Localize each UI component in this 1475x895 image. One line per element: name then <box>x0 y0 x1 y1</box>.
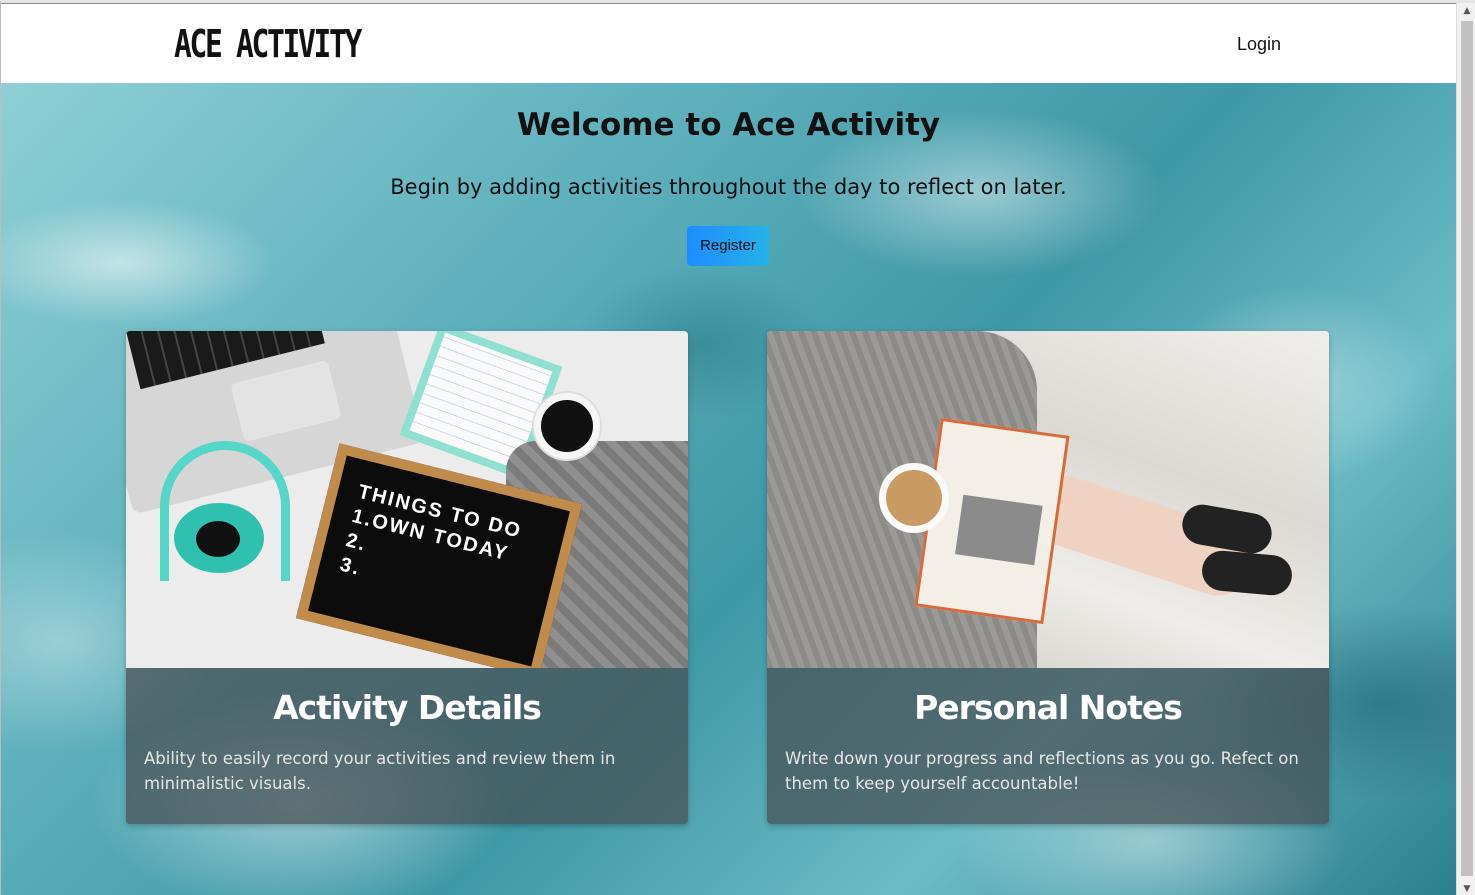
activity-details-image: THINGS TO DO 1.OWN TODAY 2. 3. <box>126 331 688 668</box>
card-title: Activity Details <box>273 688 542 727</box>
activity-details-card: THINGS TO DO 1.OWN TODAY 2. 3. Activity … <box>126 331 688 824</box>
scroll-up-icon[interactable]: ▲ <box>1457 3 1475 20</box>
personal-notes-card: Personal Notes Write down your progress … <box>767 331 1329 824</box>
browser-window: ACE ACTIVITY Login Welcome to Ace Activi… <box>0 0 1475 895</box>
hero-section: Welcome to Ace Activity Begin by adding … <box>1 83 1456 895</box>
card-title: Personal Notes <box>914 688 1183 727</box>
register-button[interactable]: Register <box>687 226 769 266</box>
card-text: Write down your progress and reflections… <box>785 749 1299 793</box>
brand-logo[interactable]: ACE ACTIVITY <box>174 22 362 66</box>
card-text: Ability to easily record your activities… <box>144 749 616 793</box>
page-title: Welcome to Ace Activity <box>516 107 941 143</box>
book-picture-shape <box>955 494 1043 566</box>
scrollbar-thumb[interactable] <box>1461 21 1473 876</box>
coffee-cup-shape <box>879 463 949 533</box>
headphone-ear-inner-shape <box>196 521 240 557</box>
sock-shape <box>1200 549 1294 597</box>
navbar: ACE ACTIVITY Login <box>1 3 1456 83</box>
coffee-cup-shape <box>534 393 600 459</box>
letter-board-text: THINGS TO DO 1.OWN TODAY 2. 3. <box>337 480 525 618</box>
scroll-down-icon[interactable]: ▼ <box>1457 881 1475 895</box>
login-link[interactable]: Login <box>1237 34 1281 55</box>
vertical-scrollbar[interactable]: ▲ ▼ <box>1456 3 1475 895</box>
hero-subtitle: Begin by adding activities throughout th… <box>390 175 1067 199</box>
card-body: Personal Notes Write down your progress … <box>767 668 1329 824</box>
card-body: Activity Details Ability to easily recor… <box>126 668 688 824</box>
personal-notes-image <box>767 331 1329 668</box>
